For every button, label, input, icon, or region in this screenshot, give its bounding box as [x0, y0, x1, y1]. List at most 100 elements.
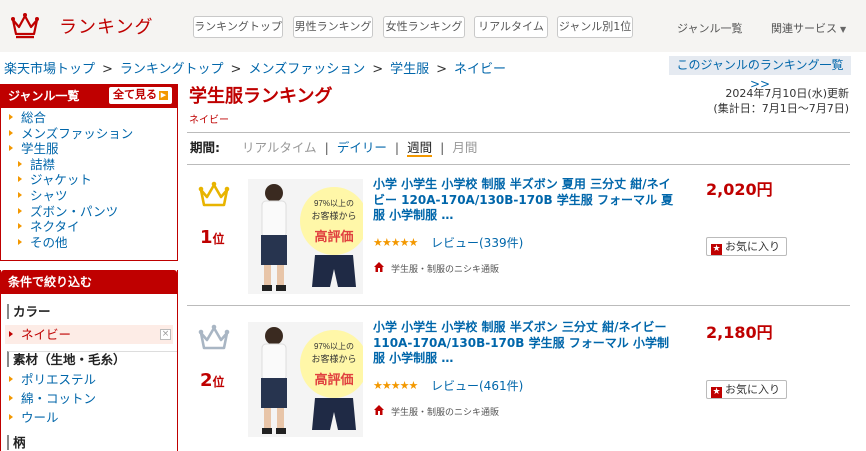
- nav-ranking-top[interactable]: ランキングトップ: [193, 16, 283, 38]
- ranking-item: 2位 97%以上の お客様から 高評価 小学 小学生 小学校 制服 半ズボン 三…: [187, 313, 850, 451]
- crown-shape: [199, 326, 229, 350]
- nav-male-ranking[interactable]: 男性ランキング: [293, 16, 373, 38]
- close-icon[interactable]: ×: [160, 329, 171, 340]
- triangle-right-icon: [18, 176, 22, 183]
- product-image[interactable]: 97%以上の お客様から 高評価: [248, 322, 363, 437]
- favorite-label: お気に入り: [725, 240, 780, 253]
- review-link[interactable]: レビュー(461件): [431, 377, 523, 394]
- triangle-right-icon: [18, 207, 22, 214]
- badge-text-2: お客様から: [311, 210, 356, 221]
- rank-suffix: 位: [212, 232, 225, 246]
- page-subtitle: ネイビー: [189, 115, 229, 126]
- sidebar-item-genre[interactable]: 詰襟: [1, 157, 177, 173]
- shop-name[interactable]: 学生服・制服のニシキ通販: [391, 262, 499, 275]
- breadcrumb-item-school-uniform[interactable]: 学生服: [390, 62, 429, 77]
- badge-text-1: 97%以上の: [314, 199, 354, 208]
- product-title[interactable]: 小学 小学生 小学校 制服 半ズボン 三分丈 紺/ネイビー 110A-170A/…: [373, 320, 678, 367]
- triangle-right-icon: [9, 331, 13, 337]
- nav-realtime[interactable]: リアルタイム: [474, 16, 548, 38]
- badge-text-2: お客様から: [311, 353, 356, 364]
- see-all-label: 全て見る: [113, 88, 157, 101]
- triangle-right-icon: [9, 129, 13, 136]
- breadcrumb-item-rakuten-top[interactable]: 楽天市場トップ: [4, 62, 95, 77]
- triangle-right-icon: [9, 114, 13, 120]
- product-photo: 97%以上の お客様から 高評価: [248, 322, 363, 437]
- sidebar-item-genre[interactable]: シャツ: [1, 188, 177, 204]
- breadcrumb: 楽天市場トップ > ランキングトップ > メンズファッション > 学生服 > ネイビー: [4, 58, 506, 77]
- crown-logo-icon[interactable]: [10, 10, 40, 40]
- nav-female-ranking[interactable]: 女性ランキング: [383, 16, 465, 38]
- breadcrumb-item-navy[interactable]: ネイビー: [454, 62, 506, 77]
- sidebar-item-label: その他: [30, 234, 68, 250]
- sidebar-item-label: ジャケット: [30, 172, 92, 188]
- period-separator: |: [324, 140, 329, 155]
- crown-shape: [199, 183, 229, 207]
- tab-monthly: 月間: [452, 140, 478, 155]
- tab-realtime[interactable]: リアルタイム: [242, 140, 317, 155]
- see-all-button[interactable]: 全て見る ▶: [109, 87, 172, 104]
- filter-color-navy-label: ネイビー: [21, 327, 72, 342]
- filter-material-title: 素材（生地・毛糸）: [7, 351, 177, 367]
- genre-panel-header: ジャンル一覧 全て見る ▶: [1, 84, 177, 108]
- triangle-right-icon: [9, 395, 13, 401]
- nav-related-services[interactable]: 関連サービス ▼: [771, 20, 846, 36]
- period-separator: |: [440, 140, 445, 155]
- sidebar-item-genre[interactable]: ジャケット: [1, 172, 177, 188]
- nav-genre-top[interactable]: ジャンル別1位: [557, 16, 633, 38]
- price: 2,180円: [706, 323, 773, 342]
- shop-icon: [374, 405, 384, 415]
- header: ランキング ランキングトップ 男性ランキング 女性ランキング リアルタイム ジャ…: [0, 0, 866, 52]
- shop-name[interactable]: 学生服・制服のニシキ通販: [391, 405, 499, 418]
- product-title[interactable]: 小学 小学生 小学校 制服 半ズボン 夏用 三分丈 紺/ネイビー 120A-17…: [373, 177, 678, 224]
- breadcrumb-item-mens-fashion[interactable]: メンズファッション: [248, 62, 365, 77]
- sidebar-item-genre[interactable]: その他: [1, 235, 177, 251]
- review-link[interactable]: レビュー(339件): [431, 234, 523, 251]
- ranking-item: 1位 97%以上の お客様から 高評価 小学 小学生 小学校 制服 半ズボン 夏…: [187, 170, 850, 313]
- sidebar-item-label: ズボン・パンツ: [30, 203, 119, 219]
- update-info: 2024年7月10日(水)更新 (集計日：7月1日～7月7日): [713, 86, 849, 116]
- rank-value: 1: [200, 227, 213, 248]
- nav-genre-list[interactable]: ジャンル一覧: [677, 20, 742, 36]
- filter-material-item[interactable]: ポリエステル: [1, 370, 177, 389]
- sidebar-item-genre[interactable]: ズボン・パンツ: [1, 204, 177, 220]
- rank-number: 1位: [200, 227, 225, 248]
- shop-icon: [374, 262, 384, 272]
- sidebar-item-genre[interactable]: ネクタイ: [1, 219, 177, 235]
- price: 2,020円: [706, 180, 773, 199]
- badge-text-1: 97%以上の: [314, 342, 354, 351]
- period-separator: |: [394, 140, 400, 155]
- product-image[interactable]: 97%以上の お客様から 高評価: [248, 179, 363, 294]
- badge-text-3: 高評価: [314, 229, 353, 244]
- logo-text[interactable]: ランキング: [59, 13, 153, 39]
- filter-color-navy[interactable]: ネイビー ×: [5, 325, 173, 344]
- filter-material-item[interactable]: ウール: [1, 408, 177, 427]
- sidebar-item-label: メンズファッション: [21, 125, 134, 141]
- filter-material-label: 綿・コットン: [21, 391, 97, 406]
- tab-daily[interactable]: デイリー: [337, 140, 387, 155]
- crown-silver-icon: [198, 324, 230, 350]
- page-title: 学生服ランキング: [189, 86, 333, 107]
- filter-pattern-title: 柄: [7, 435, 177, 450]
- rank-number: 2位: [200, 370, 225, 391]
- period-tabs: 期間: リアルタイム | デイリー | 週間 | 月間: [187, 132, 850, 165]
- sidebar-item-genre[interactable]: 学生服: [1, 141, 177, 157]
- triangle-right-icon: [9, 376, 13, 382]
- genre-ranking-list-link[interactable]: このジャンルのランキング一覧 >>: [669, 56, 851, 91]
- sidebar-item-genre[interactable]: メンズファッション: [1, 126, 177, 142]
- related-services-label: 関連サービス: [771, 22, 837, 35]
- filter-material-label: ウール: [21, 410, 59, 425]
- triangle-right-icon: [18, 223, 22, 230]
- badge-text-3: 高評価: [314, 372, 353, 387]
- filter-material-item[interactable]: 綿・コットン: [1, 389, 177, 408]
- favorite-button[interactable]: ★ お気に入り: [706, 237, 787, 256]
- sidebar-item-label: シャツ: [30, 187, 68, 203]
- favorite-button[interactable]: ★ お気に入り: [706, 380, 787, 399]
- item-divider: [187, 305, 850, 306]
- breadcrumb-separator: >: [230, 62, 242, 77]
- sidebar-item-label: ネクタイ: [30, 219, 80, 235]
- sidebar-item-genre[interactable]: 総合: [1, 110, 177, 126]
- breadcrumb-separator: >: [102, 62, 113, 77]
- triangle-right-icon: [18, 191, 22, 198]
- tab-weekly[interactable]: 週間: [407, 140, 433, 157]
- breadcrumb-item-ranking-top[interactable]: ランキングトップ: [120, 62, 224, 77]
